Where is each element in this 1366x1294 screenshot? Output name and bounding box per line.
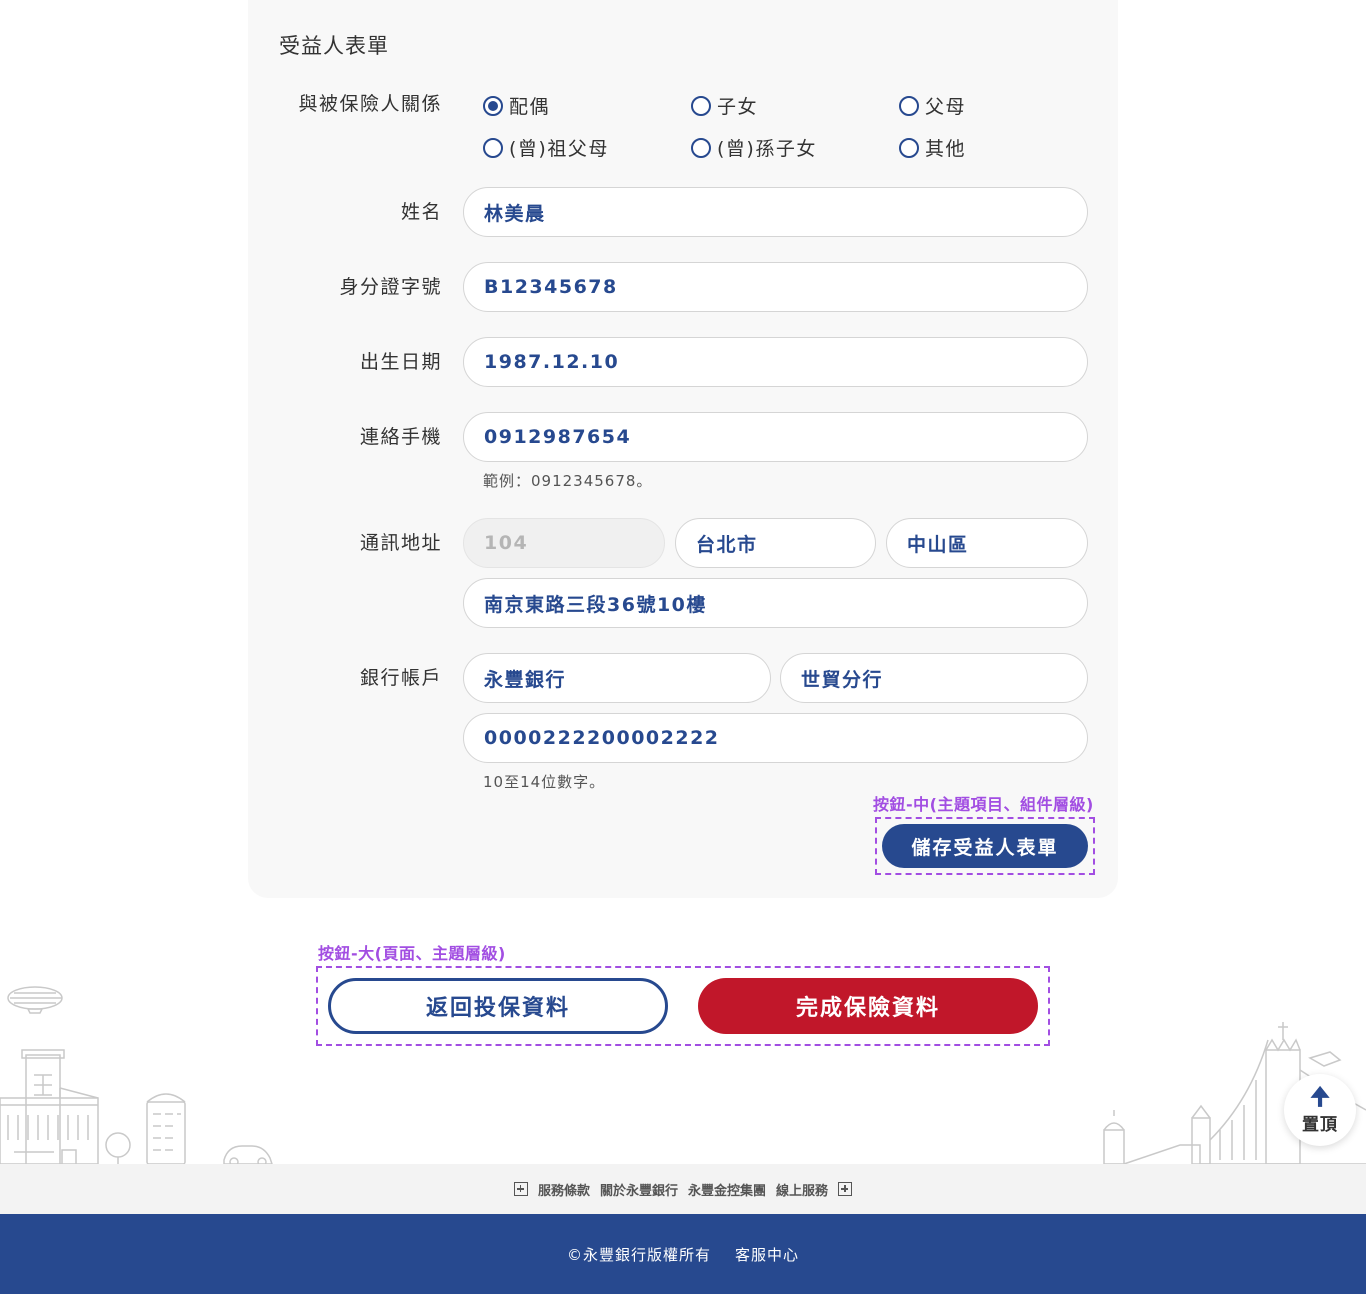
street-field[interactable]: 南京東路三段36號10樓 [463, 578, 1088, 628]
radio-label: 配偶 [509, 96, 551, 118]
annotation-mid-button: 按鈕-中(主題項目、組件層級) [873, 795, 1094, 814]
link-about[interactable]: 關於永豐銀行 [600, 1180, 678, 1199]
radio-icon [691, 95, 711, 116]
link-online-service[interactable]: 線上服務 [776, 1180, 828, 1199]
radio-spouse[interactable]: 配偶 [483, 92, 550, 119]
mobile-label: 連絡手機 [359, 426, 442, 448]
radio-grandchildren[interactable]: (曾)孫子女 [691, 134, 817, 161]
radio-icon [899, 137, 919, 158]
expand-plus-icon[interactable] [513, 1182, 528, 1196]
address-label: 通訊地址 [359, 532, 442, 554]
birthday-field[interactable]: 1987.12.10 [463, 337, 1088, 387]
annotation-large-button: 按鈕-大(頁面、主題層級) [318, 944, 506, 963]
expand-plus-icon[interactable] [838, 1182, 853, 1196]
zip-field: 104 [463, 518, 665, 568]
radio-label: (曾)祖父母 [509, 138, 609, 160]
radio-label: 子女 [717, 96, 759, 118]
form-title: 受益人表單 [279, 34, 389, 58]
id-number-field[interactable]: B12345678 [463, 262, 1088, 312]
mobile-hint: 範例：0912345678。 [483, 472, 653, 490]
radio-children[interactable]: 子女 [691, 92, 758, 119]
name-field[interactable]: 林美晨 [463, 187, 1088, 237]
link-group[interactable]: 永豐金控集團 [688, 1180, 766, 1199]
arrow-up-icon: 🠉 [1310, 1082, 1330, 1111]
radio-label: (曾)孫子女 [717, 138, 817, 160]
bank-select[interactable]: 永豐銀行 [463, 653, 771, 703]
radio-grandparents[interactable]: (曾)祖父母 [483, 134, 609, 161]
footer-links-bar: 服務條款 關於永豐銀行 永豐金控集團 線上服務 [0, 1164, 1366, 1214]
account-field[interactable]: 0000222200002222 [463, 713, 1088, 763]
back-to-top-button[interactable]: 🠉 置頂 [1284, 1074, 1356, 1146]
district-select[interactable]: 中山區 [886, 518, 1088, 568]
radio-label: 其他 [925, 138, 967, 160]
radio-icon [691, 137, 711, 158]
link-terms[interactable]: 服務條款 [538, 1180, 590, 1199]
id-number-label: 身分證字號 [339, 276, 442, 298]
branch-select[interactable]: 世貿分行 [780, 653, 1088, 703]
bank-label: 銀行帳戶 [359, 667, 442, 689]
radio-icon [899, 95, 919, 116]
back-to-top-label: 置頂 [1302, 1114, 1338, 1135]
radio-other[interactable]: 其他 [899, 134, 966, 161]
mobile-field[interactable]: 0912987654 [463, 412, 1088, 462]
radio-label: 父母 [925, 96, 967, 118]
copyright-text: ©永豐銀行版權所有 [566, 1245, 711, 1264]
birthday-label: 出生日期 [359, 351, 442, 373]
account-hint: 10至14位數字。 [483, 773, 606, 791]
save-beneficiary-button[interactable]: 儲存受益人表單 [882, 824, 1088, 868]
radio-checked-icon [483, 95, 503, 116]
radio-parents[interactable]: 父母 [899, 92, 966, 119]
city-select[interactable]: 台北市 [675, 518, 876, 568]
relation-label: 與被保險人關係 [298, 93, 442, 115]
radio-icon [483, 137, 503, 158]
site-footer: ©永豐銀行版權所有 客服中心 [0, 1214, 1366, 1294]
customer-service-link[interactable]: 客服中心 [735, 1244, 799, 1265]
name-label: 姓名 [400, 201, 442, 223]
city-skyline-illustration [0, 986, 1366, 1166]
